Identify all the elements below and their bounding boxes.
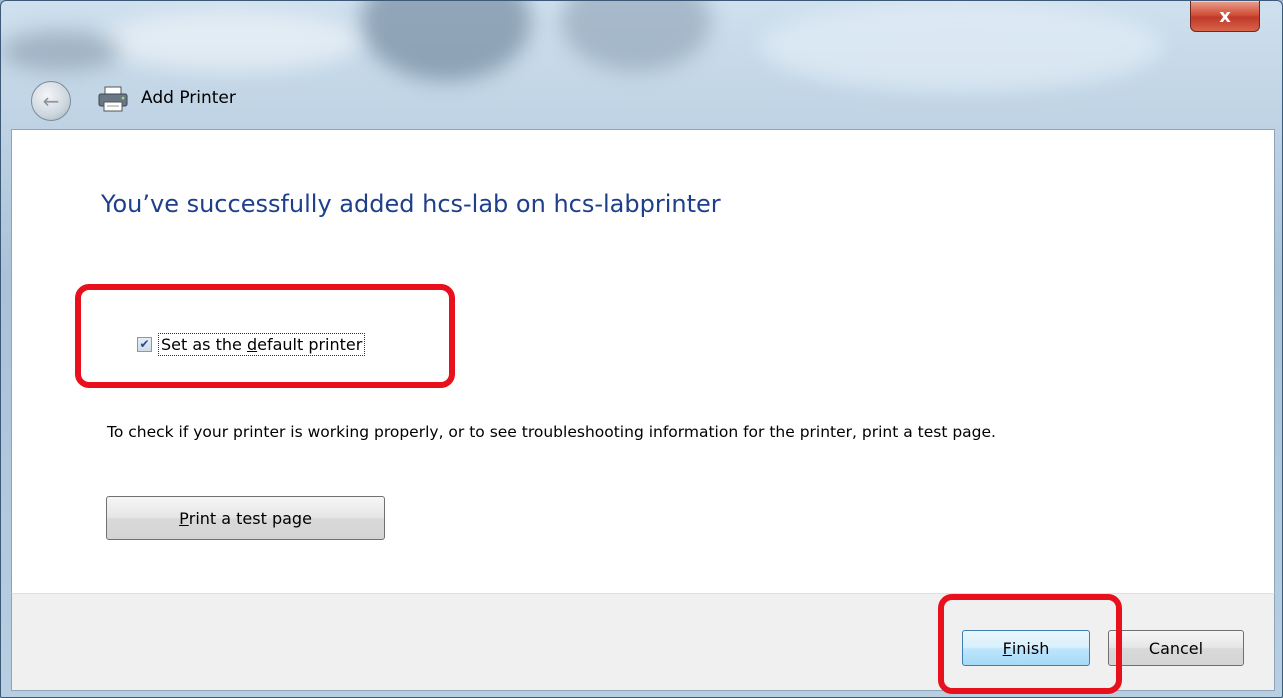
cancel-button[interactable]: Cancel	[1108, 630, 1244, 666]
dialog-content: You’ve successfully added hcs-lab on hcs…	[11, 129, 1275, 594]
highlight-box	[938, 594, 1122, 694]
test-page-description: To check if your printer is working prop…	[107, 423, 996, 441]
printer-icon	[98, 86, 128, 112]
glass-blur	[361, 1, 531, 81]
accelerator-key: P	[179, 508, 189, 528]
glass-blur	[1, 31, 121, 71]
glass-blur	[561, 1, 711, 71]
print-test-page-button[interactable]: Print a test page	[106, 496, 385, 540]
glass-blur	[101, 11, 361, 71]
button-label: Cancel	[1148, 638, 1204, 658]
glass-blur	[761, 1, 1161, 91]
add-printer-window: x ← Add Printer You’ve successfully adde…	[0, 0, 1283, 698]
back-arrow-icon: ←	[42, 89, 60, 113]
close-icon: x	[1219, 5, 1231, 27]
back-button[interactable]: ←	[31, 81, 71, 121]
button-label: rint a test page	[188, 508, 312, 528]
page-heading: You’ve successfully added hcs-lab on hcs…	[101, 190, 721, 218]
dialog-footer: Finish Cancel	[11, 593, 1275, 694]
window-title: Add Printer	[141, 88, 236, 108]
close-button[interactable]: x	[1190, 1, 1260, 32]
highlight-box	[75, 284, 455, 388]
